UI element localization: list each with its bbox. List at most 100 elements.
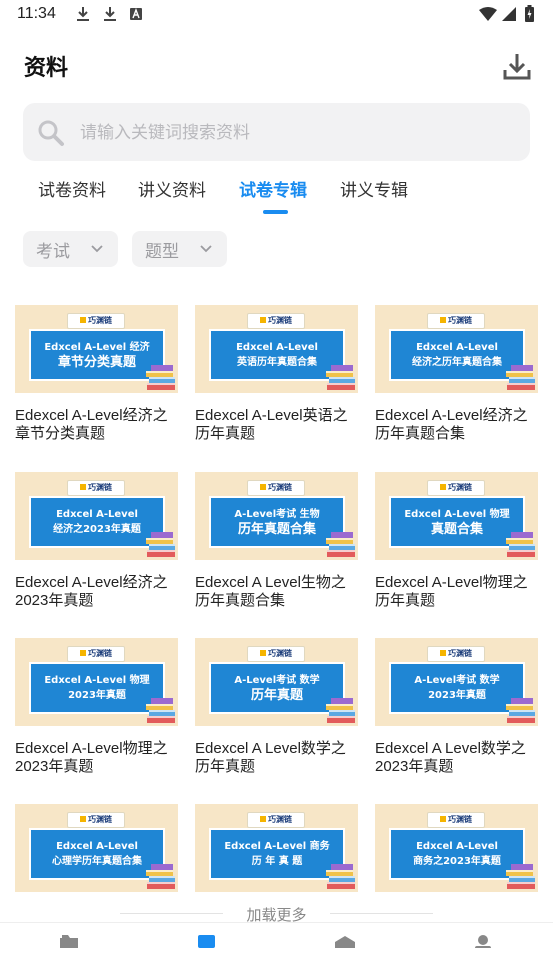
album-thumbnail: 巧渊链 Edxcel A-Level 英语历年真题合集 <box>195 305 358 393</box>
album-card[interactable]: 巧渊链 Edxcel A-Level 经济 章节分类真题 Edexcel A-Leve… <box>15 305 178 455</box>
tab-exam-materials[interactable]: 试卷资料 <box>38 176 106 201</box>
load-more[interactable]: 加载更多 <box>0 902 553 924</box>
a-badge-icon <box>130 8 142 20</box>
thumbnail-line-1: Edxcel A-Level <box>56 508 138 520</box>
album-thumbnail: 巧渊链 Edxcel A-Level 商务历 年 真 题 <box>195 804 358 892</box>
thumbnail-line-1: A-Level考试 生物 <box>234 508 320 520</box>
thumbnail-line-2: 英语历年真题合集 <box>237 356 317 368</box>
thumbnail-line-1: Edxcel A-Level <box>416 840 498 852</box>
chevron-down-icon <box>91 245 103 253</box>
message-icon <box>335 936 355 948</box>
wifi-icon <box>479 7 497 21</box>
books-icon <box>145 530 177 560</box>
album-title: Edexcel A Level数学之 历年真题 <box>195 740 360 776</box>
thumbnail-line-1: Edxcel A-Level 商务 <box>224 840 330 852</box>
books-icon <box>505 363 537 393</box>
status-time: 11:34 <box>17 5 56 22</box>
books-icon <box>145 862 177 892</box>
album-title-line-1: Edexcel A Level生物之 <box>195 574 346 591</box>
album-card[interactable]: 巧渊链 A-Level考试 数学 历年真题 Edexcel A Level数学之 历年真… <box>195 638 358 788</box>
nav-library[interactable] <box>195 933 219 948</box>
thumbnail-line-2: 历 年 真 题 <box>251 855 303 867</box>
album-title: Edexcel A Level生物之 历年真题合集 <box>195 574 360 610</box>
books-icon <box>145 696 177 726</box>
profile-icon <box>475 935 491 950</box>
album-thumbnail: 巧渊链 A-Level考试 数学 2023年真题 <box>375 638 538 726</box>
download-button[interactable] <box>500 50 534 84</box>
album-thumbnail: 巧渊链 A-Level考试 生物 历年真题合集 <box>195 472 358 560</box>
signal-icon <box>502 7 516 21</box>
exam-filter-dropdown[interactable]: 考试 <box>23 231 118 267</box>
divider <box>330 913 433 914</box>
books-icon <box>505 696 537 726</box>
brand-logo: 巧渊链 <box>67 812 125 828</box>
home-icon <box>60 935 78 948</box>
album-title: Edexcel A-Level经济之 历年真题合集 <box>375 407 540 443</box>
brand-logo: 巧渊链 <box>247 812 305 828</box>
album-title: Edexcel A-Level经济之 2023年真题 <box>15 574 180 610</box>
album-title-line-1: Edexcel A-Level经济之 <box>375 407 528 424</box>
type-filter-dropdown[interactable]: 题型 <box>132 231 227 267</box>
album-title-line-2: 历年真题合集 <box>375 425 466 442</box>
thumbnail-line-1: Edxcel A-Level 经济 <box>44 341 150 353</box>
album-title-line-1: Edexcel A Level数学之 <box>195 740 346 757</box>
nav-profile[interactable] <box>471 933 495 950</box>
album-card[interactable]: 巧渊链 Edxcel A-Level 物理 真题合集 Edexcel A-Level物… <box>375 472 538 622</box>
status-bar: 11:34 <box>0 0 553 30</box>
album-card[interactable]: 巧渊链 Edxcel A-Level 英语历年真题合集 Edexcel A-Level… <box>195 305 358 455</box>
album-title-line-1: Edexcel A-Level经济之 <box>15 407 168 424</box>
books-icon <box>145 363 177 393</box>
search-bar[interactable] <box>23 103 530 161</box>
album-thumbnail: 巧渊链 Edxcel A-Level 商务之2023年真题 <box>375 804 538 892</box>
thumbnail-line-2: 真题合集 <box>430 521 483 537</box>
brand-logo: 巧渊链 <box>427 313 485 329</box>
books-icon <box>325 363 357 393</box>
battery-icon <box>525 5 534 22</box>
album-card[interactable]: 巧渊链 Edxcel A-Level 经济之历年真题合集 Edexcel A-Leve… <box>375 305 538 455</box>
album-title-line-2: 章节分类真题 <box>15 425 106 442</box>
album-card[interactable]: 巧渊链 Edxcel A-Level 经济之2023年真题 Edexcel A-Lev… <box>15 472 178 622</box>
album-thumbnail: 巧渊链 Edxcel A-Level 心理学历年真题合集 <box>15 804 178 892</box>
nav-home[interactable] <box>57 933 81 948</box>
thumbnail-line-1: Edxcel A-Level <box>416 341 498 353</box>
album-thumbnail: 巧渊链 Edxcel A-Level 经济之2023年真题 <box>15 472 178 560</box>
brand-logo: 巧渊链 <box>427 646 485 662</box>
library-icon <box>198 935 215 948</box>
album-thumbnail: 巧渊链 A-Level考试 数学 历年真题 <box>195 638 358 726</box>
thumbnail-line-2: 章节分类真题 <box>57 354 136 370</box>
tab-exam-albums[interactable]: 试卷专辑 <box>239 176 307 201</box>
album-title-line-1: Edexcel A-Level物理之 <box>15 740 168 757</box>
nav-messages[interactable] <box>333 933 357 948</box>
album-title-line-2: 历年真题 <box>375 592 436 609</box>
album-card[interactable]: 巧渊链 Edxcel A-Level 物理 2023年真题 Edexcel A-Lev… <box>15 638 178 788</box>
books-icon <box>325 696 357 726</box>
album-title-line-2: 历年真题 <box>195 758 256 775</box>
filter-label: 考试 <box>36 242 70 262</box>
thumbnail-line-2: 心理学历年真题合集 <box>52 855 142 867</box>
album-title: Edexcel A-Level物理之 历年真题 <box>375 574 540 610</box>
books-icon <box>505 530 537 560</box>
download-icon <box>503 54 531 80</box>
active-tab-indicator <box>263 210 288 214</box>
filter-label: 题型 <box>145 242 179 262</box>
search-input[interactable] <box>78 117 512 149</box>
thumbnail-line-1: A-Level考试 数学 <box>414 674 500 686</box>
thumbnail-line-2: 2023年真题 <box>68 689 126 701</box>
album-title-line-2: 2023年真题 <box>15 592 94 609</box>
album-title-line-1: Edexcel A-Level经济之 <box>15 574 168 591</box>
album-card[interactable]: 巧渊链 A-Level考试 数学 2023年真题 Edexcel A Level数学之… <box>375 638 538 788</box>
thumbnail-line-1: Edxcel A-Level 物理 <box>44 674 150 686</box>
album-card[interactable]: 巧渊链 A-Level考试 生物 历年真题合集 Edexcel A Level生物之历… <box>195 472 358 622</box>
album-title-line-2: 历年真题合集 <box>195 592 286 609</box>
thumbnail-line-1: Edxcel A-Level <box>56 840 138 852</box>
brand-logo: 巧渊链 <box>67 313 125 329</box>
album-thumbnail: 巧渊链 Edxcel A-Level 经济 章节分类真题 <box>15 305 178 393</box>
album-title-line-2: 2023年真题 <box>15 758 94 775</box>
brand-logo: 巧渊链 <box>67 646 125 662</box>
album-title-line-2: 历年真题 <box>195 425 256 442</box>
album-title-line-2: 2023年真题 <box>375 758 454 775</box>
tab-lecture-albums[interactable]: 讲义专辑 <box>340 176 408 201</box>
thumbnail-line-2: 经济之2023年真题 <box>53 523 141 535</box>
thumbnail-line-2: 商务之2023年真题 <box>413 855 501 867</box>
tab-lecture-materials[interactable]: 讲义资料 <box>138 176 206 201</box>
